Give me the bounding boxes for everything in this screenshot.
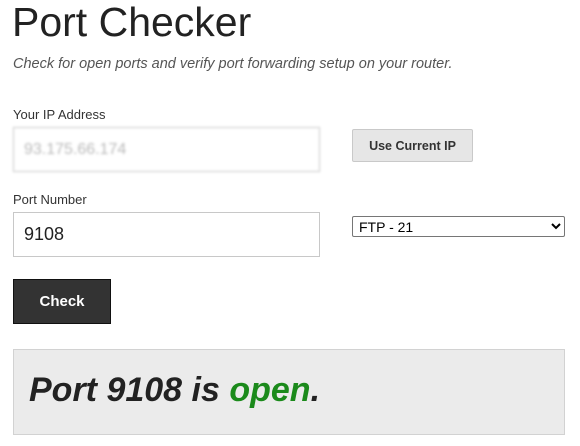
ip-address-input[interactable] [13, 127, 320, 172]
result-prefix: Port 9108 is [29, 371, 230, 409]
check-button[interactable]: Check [13, 279, 111, 324]
common-port-select[interactable]: FTP - 21 [352, 216, 565, 237]
result-panel: Port 9108 is open. [13, 349, 565, 435]
result-status: open [229, 371, 311, 409]
port-number-label: Port Number [13, 192, 87, 207]
use-current-ip-button[interactable]: Use Current IP [352, 129, 473, 162]
result-suffix: . [310, 371, 321, 409]
port-number-input[interactable] [13, 212, 320, 257]
page-title: Port Checker [12, 0, 252, 45]
result-message: Port 9108 is open. [29, 369, 320, 411]
ip-address-label: Your IP Address [13, 107, 106, 122]
page-subtitle: Check for open ports and verify port for… [13, 56, 453, 72]
port-checker-page: Port Checker Check for open ports and ve… [0, 0, 580, 446]
